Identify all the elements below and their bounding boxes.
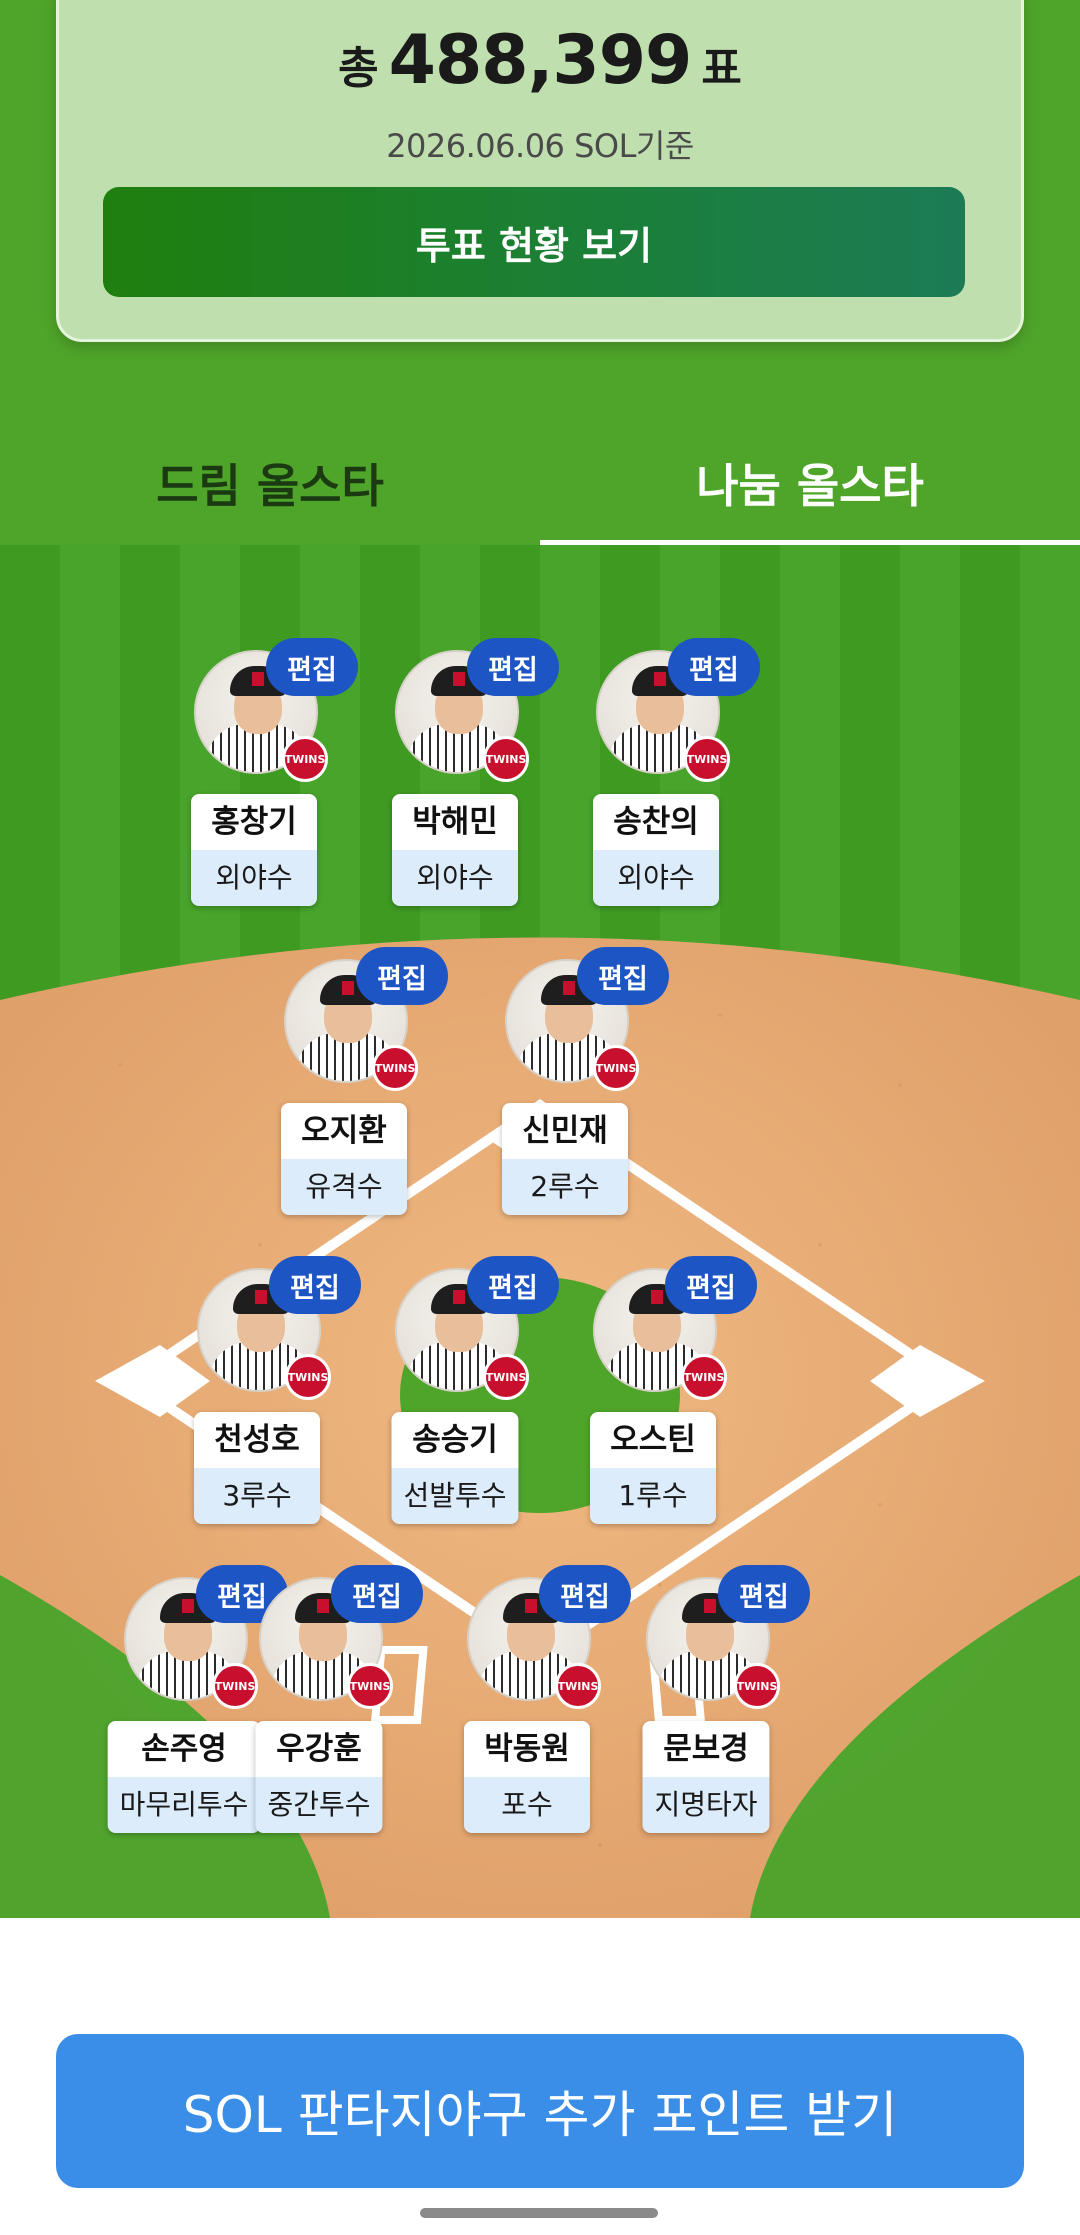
player-name: 박동원 [464, 1721, 590, 1777]
vote-date-label: 2026.06.06 SOL기준 [386, 127, 694, 165]
player-name: 홍창기 [191, 794, 317, 850]
header-green-area: 총 488,399 표 2026.06.06 SOL기준 투표 현황 보기 드림 올… [0, 0, 1080, 545]
player-position: 2루수 [502, 1159, 628, 1215]
team-logo-icon: TWINS [282, 736, 328, 782]
home-indicator [420, 2208, 658, 2218]
edit-button[interactable]: 편집 [266, 638, 358, 696]
player-position: 선발투수 [391, 1468, 519, 1524]
vote-total-suffix: 표 [701, 43, 742, 94]
player-label: 송승기 선발투수 [391, 1412, 519, 1524]
vote-status-button[interactable]: 투표 현황 보기 [103, 187, 965, 297]
player-position: 외야수 [191, 850, 317, 906]
player-label: 홍창기 외야수 [191, 794, 317, 906]
edit-button[interactable]: 편집 [718, 1565, 810, 1623]
player-name: 오스틴 [590, 1412, 716, 1468]
edit-button[interactable]: 편집 [467, 1256, 559, 1314]
player-name: 신민재 [502, 1103, 628, 1159]
player-position: 유격수 [281, 1159, 407, 1215]
tab-nanum-allstar[interactable]: 나눔 올스타 [540, 420, 1080, 545]
player-card[interactable]: TWINS 편집 박동원 포수 [427, 1565, 631, 1847]
player-name: 송승기 [391, 1412, 519, 1468]
app-screen: 총 488,399 표 2026.06.06 SOL기준 투표 현황 보기 드림 올… [0, 0, 1080, 2235]
team-logo-icon: TWINS [555, 1663, 601, 1709]
fantasy-points-button[interactable]: SOL 판타지야구 추가 포인트 받기 [56, 2034, 1024, 2188]
player-position: 지명타자 [642, 1777, 770, 1833]
edit-button[interactable]: 편집 [665, 1256, 757, 1314]
vote-total-prefix: 총 [338, 43, 379, 94]
player-label: 박동원 포수 [464, 1721, 590, 1833]
player-label: 우강훈 중간투수 [255, 1721, 383, 1833]
player-label: 박해민 외야수 [392, 794, 518, 906]
player-label: 오스틴 1루수 [590, 1412, 716, 1524]
player-position: 외야수 [392, 850, 518, 906]
player-name: 오지환 [281, 1103, 407, 1159]
player-position: 외야수 [593, 850, 719, 906]
team-logo-icon: TWINS [285, 1354, 331, 1400]
player-name: 천성호 [194, 1412, 320, 1468]
player-label: 천성호 3루수 [194, 1412, 320, 1524]
player-label: 문보경 지명타자 [642, 1721, 770, 1833]
team-logo-icon: TWINS [372, 1045, 418, 1091]
edit-button[interactable]: 편집 [331, 1565, 423, 1623]
team-logo-icon: TWINS [483, 736, 529, 782]
player-position: 중간투수 [255, 1777, 383, 1833]
vote-summary-card: 총 488,399 표 2026.06.06 SOL기준 투표 현황 보기 [56, 0, 1024, 342]
vote-total: 총 488,399 표 [59, 21, 1021, 100]
player-name: 박해민 [392, 794, 518, 850]
team-logo-icon: TWINS [483, 1354, 529, 1400]
player-label: 오지환 유격수 [281, 1103, 407, 1215]
edit-button[interactable]: 편집 [577, 947, 669, 1005]
player-label: 송찬의 외야수 [593, 794, 719, 906]
player-position: 포수 [464, 1777, 590, 1833]
vote-total-count: 488,399 [388, 21, 693, 100]
player-card[interactable]: TWINS 편집 송찬의 외야수 [556, 638, 760, 920]
player-label: 신민재 2루수 [502, 1103, 628, 1215]
edit-button[interactable]: 편집 [356, 947, 448, 1005]
team-logo-icon: TWINS [734, 1663, 780, 1709]
player-card[interactable]: TWINS 편집 오지환 유격수 [244, 947, 448, 1229]
player-card[interactable]: TWINS 편집 신민재 2루수 [465, 947, 669, 1229]
player-card[interactable]: TWINS 편집 우강훈 중간투수 [219, 1565, 423, 1847]
player-position: 3루수 [194, 1468, 320, 1524]
team-logo-icon: TWINS [347, 1663, 393, 1709]
team-logo-icon: TWINS [681, 1354, 727, 1400]
edit-button[interactable]: 편집 [269, 1256, 361, 1314]
tab-dream-allstar[interactable]: 드림 올스타 [0, 420, 540, 545]
team-logo-icon: TWINS [684, 736, 730, 782]
team-logo-icon: TWINS [593, 1045, 639, 1091]
player-card[interactable]: TWINS 편집 문보경 지명타자 [606, 1565, 810, 1847]
player-card[interactable]: TWINS 편집 홍창기 외야수 [154, 638, 358, 920]
player-card[interactable]: TWINS 편집 오스틴 1루수 [553, 1256, 757, 1538]
player-position: 1루수 [590, 1468, 716, 1524]
player-card[interactable]: TWINS 편집 천성호 3루수 [157, 1256, 361, 1538]
allstar-tabs: 드림 올스타 나눔 올스타 [0, 420, 1080, 545]
edit-button[interactable]: 편집 [467, 638, 559, 696]
player-card[interactable]: TWINS 편집 송승기 선발투수 [355, 1256, 559, 1538]
player-name: 문보경 [642, 1721, 770, 1777]
player-name: 송찬의 [593, 794, 719, 850]
player-card[interactable]: TWINS 편집 박해민 외야수 [355, 638, 559, 920]
edit-button[interactable]: 편집 [668, 638, 760, 696]
player-name: 우강훈 [255, 1721, 383, 1777]
